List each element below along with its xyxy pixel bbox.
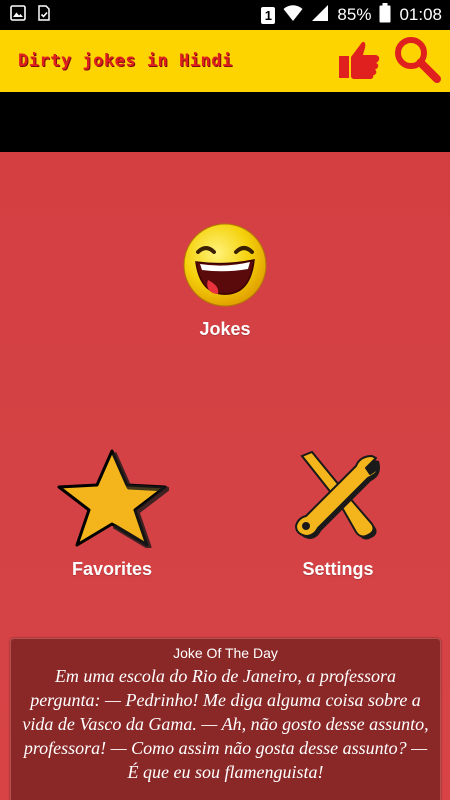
joke-of-the-day-text: Em uma escola do Rio de Janeiro, a profe… — [22, 666, 429, 782]
settings-button[interactable]: Settings — [278, 448, 398, 580]
tools-icon — [288, 448, 388, 553]
wifi-icon — [283, 4, 303, 27]
star-icon — [55, 448, 170, 553]
jokes-label: Jokes — [199, 319, 251, 339]
laughing-face-icon — [182, 222, 268, 313]
banner-placeholder — [0, 92, 450, 152]
clock: 01:08 — [399, 5, 442, 24]
thumbs-up-icon[interactable] — [338, 37, 382, 86]
sim-badge: 1 — [261, 6, 276, 24]
favorites-button[interactable]: Favorites — [52, 448, 172, 580]
app-bar: Dirty jokes in Hindi — [0, 30, 450, 92]
battery-icon — [379, 2, 391, 28]
joke-of-the-day-card[interactable]: Joke Of The Day Em uma escola do Rio de … — [10, 638, 441, 800]
gallery-notification-icon — [10, 4, 26, 26]
search-icon[interactable] — [392, 34, 442, 89]
app-title: Dirty jokes in Hindi — [18, 51, 233, 71]
favorites-label: Favorites — [71, 559, 153, 579]
settings-label: Settings — [302, 559, 374, 579]
signal-icon — [311, 4, 329, 27]
jokes-button[interactable]: Jokes — [175, 222, 275, 340]
battery-percent: 85% — [337, 5, 372, 24]
joke-of-the-day-title: Joke Of The Day — [173, 645, 278, 661]
download-done-icon — [36, 4, 52, 26]
status-bar: 1 85% 01:08 — [0, 0, 450, 30]
